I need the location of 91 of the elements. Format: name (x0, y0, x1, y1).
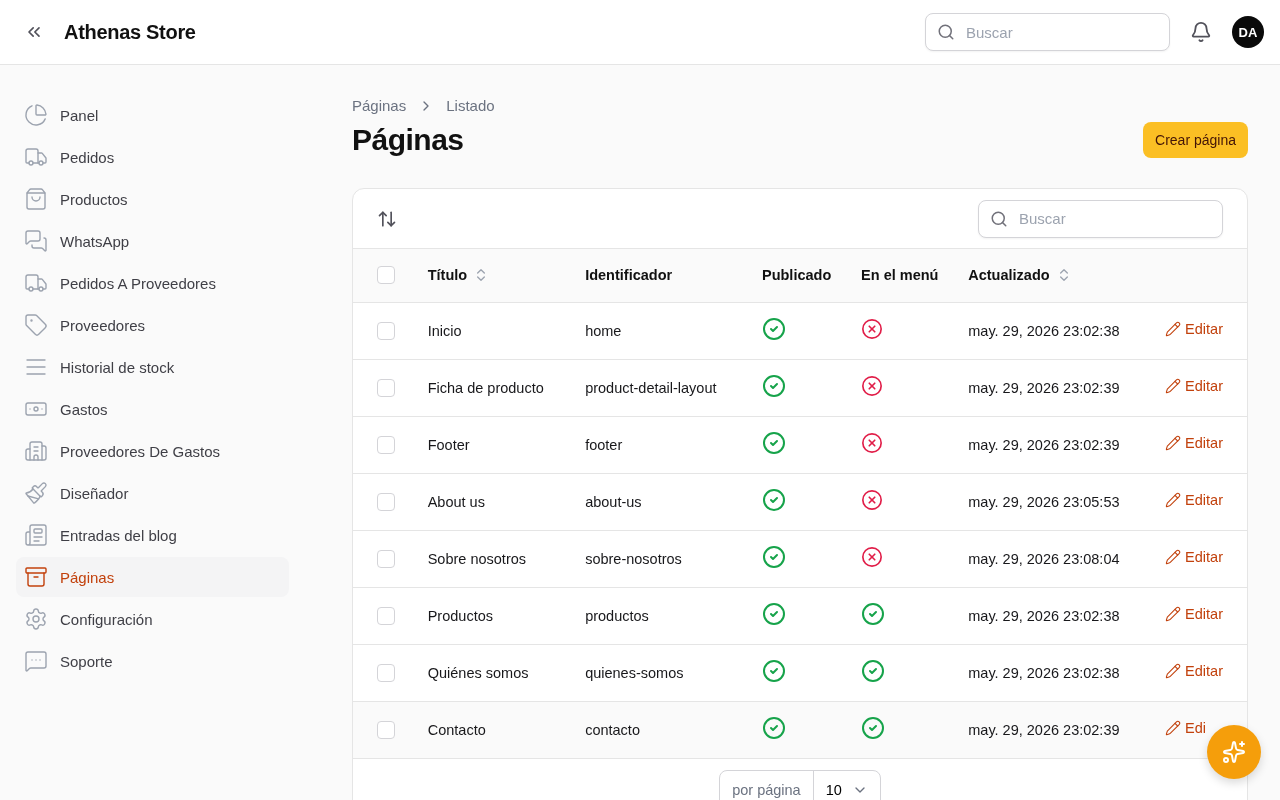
table-cell: Sobre nosotros (427, 550, 527, 567)
table-cell: productos (585, 607, 649, 624)
shopping-bag-icon (24, 187, 48, 211)
row-checkbox[interactable] (377, 435, 395, 454)
sidebar-item[interactable]: Páginas (16, 557, 289, 597)
user-avatar[interactable]: DA (1232, 16, 1264, 48)
select-all-checkbox[interactable] (377, 266, 395, 285)
sidebar-item[interactable]: Configuración (16, 599, 289, 639)
row-checkbox[interactable] (377, 549, 395, 568)
newspaper-icon (24, 523, 48, 547)
table-cell: About us (427, 493, 485, 510)
sidebar-item[interactable]: Entradas del blog (16, 515, 289, 555)
row-checkbox[interactable] (377, 321, 395, 340)
breadcrumb-link[interactable]: Páginas (352, 97, 407, 114)
row-checkbox[interactable] (377, 720, 395, 739)
edit-link[interactable]: Edi (1165, 720, 1207, 736)
search-field[interactable]: Buscar (925, 13, 1170, 51)
breadcrumb-link[interactable]: Listado (446, 97, 495, 114)
chat-bubbles-icon (24, 649, 48, 673)
truck-icon (24, 145, 48, 169)
table-cell: Footer (427, 436, 470, 453)
column-header: En el menú (861, 267, 939, 284)
notifications-button[interactable] (1190, 21, 1212, 43)
edit-link[interactable]: Editar (1165, 663, 1223, 679)
sidebar-item[interactable]: Productos (16, 179, 289, 219)
table-cell: may. 29, 2026 23:08:04 (968, 550, 1120, 567)
pencil-icon (1165, 663, 1182, 679)
table-cell: product-detail-layout (585, 379, 717, 396)
table-cell: quienes-somos (585, 664, 684, 681)
edit-link[interactable]: Editar (1165, 435, 1223, 451)
sidebar-item[interactable]: WhatsApp (16, 221, 289, 261)
pencil-icon (1165, 606, 1182, 622)
sidebar-item[interactable]: Proveedores De Gastos (16, 431, 289, 471)
table-cell: sobre-nosotros (585, 550, 682, 567)
page-title: Páginas (352, 123, 464, 157)
pencil-icon (1165, 492, 1182, 508)
table-cell: may. 29, 2026 23:02:39 (968, 721, 1120, 738)
archive-icon (24, 565, 48, 589)
sidebar-item[interactable]: Pedidos (16, 137, 289, 177)
pencil-icon (1165, 549, 1182, 565)
row-checkbox[interactable] (377, 606, 395, 625)
store-title: Athenas Store (64, 20, 197, 44)
sidebar-item[interactable]: Proveedores (16, 305, 289, 345)
pencil-icon (1165, 720, 1182, 736)
row-checkbox[interactable] (377, 663, 395, 682)
sidebar-item[interactable]: Gastos (16, 389, 289, 429)
pencil-icon (1165, 321, 1182, 337)
table-cell: footer (585, 436, 623, 453)
sidebar-item[interactable]: Historial de stock (16, 347, 289, 387)
table-cell: may. 29, 2026 23:02:38 (968, 607, 1120, 624)
bell-icon (1190, 21, 1212, 43)
building-icon (24, 439, 48, 463)
tag-icon (24, 313, 48, 337)
sidebar-item[interactable]: Panel (16, 95, 289, 135)
settings-icon (24, 607, 48, 631)
edit-link[interactable]: Editar (1165, 606, 1223, 622)
table-cell: may. 29, 2026 23:02:39 (968, 436, 1120, 453)
row-checkbox[interactable] (377, 378, 395, 397)
table-cell: may. 29, 2026 23:02:38 (968, 322, 1120, 339)
table-cell: home (585, 322, 622, 339)
column-header[interactable]: Título (427, 267, 468, 284)
table-cell: Quiénes somos (427, 664, 529, 681)
table-cell: Ficha de producto (427, 379, 544, 396)
table-cell: may. 29, 2026 23:02:38 (968, 664, 1120, 681)
sidebar-item[interactable]: Diseñador (16, 473, 289, 513)
row-checkbox[interactable] (377, 492, 395, 511)
column-header: Publicado (761, 267, 832, 284)
table-cell: Contacto (427, 721, 486, 738)
sparkles-icon (1222, 740, 1246, 764)
paintbrush-icon (24, 481, 48, 505)
create-page-button[interactable]: Crear página (1143, 122, 1248, 158)
table-cell: about-us (585, 493, 642, 510)
edit-link[interactable]: Editar (1165, 378, 1223, 394)
pie-chart-icon (24, 103, 48, 127)
edit-link[interactable]: Editar (1165, 492, 1223, 508)
table-cell: may. 29, 2026 23:05:53 (968, 493, 1120, 510)
column-header: Identificador (585, 267, 673, 284)
edit-link[interactable]: Editar (1165, 321, 1223, 337)
table-cell: contacto (585, 721, 640, 738)
chat-bubbles-icon (24, 229, 48, 253)
table-search-field[interactable]: Buscar (978, 199, 1223, 238)
sidebar-item[interactable]: Soporte (16, 641, 289, 681)
table-cell: Inicio (427, 322, 462, 339)
table-cell: Productos (427, 607, 493, 624)
pencil-icon (1165, 435, 1182, 451)
sidebar-item[interactable]: Pedidos A Proveedores (16, 263, 289, 303)
truck-icon (24, 271, 48, 295)
column-header[interactable]: Actualizado (968, 267, 1050, 284)
table-cell: may. 29, 2026 23:02:39 (968, 379, 1120, 396)
pencil-icon (1165, 378, 1182, 394)
edit-link[interactable]: Editar (1165, 549, 1223, 565)
